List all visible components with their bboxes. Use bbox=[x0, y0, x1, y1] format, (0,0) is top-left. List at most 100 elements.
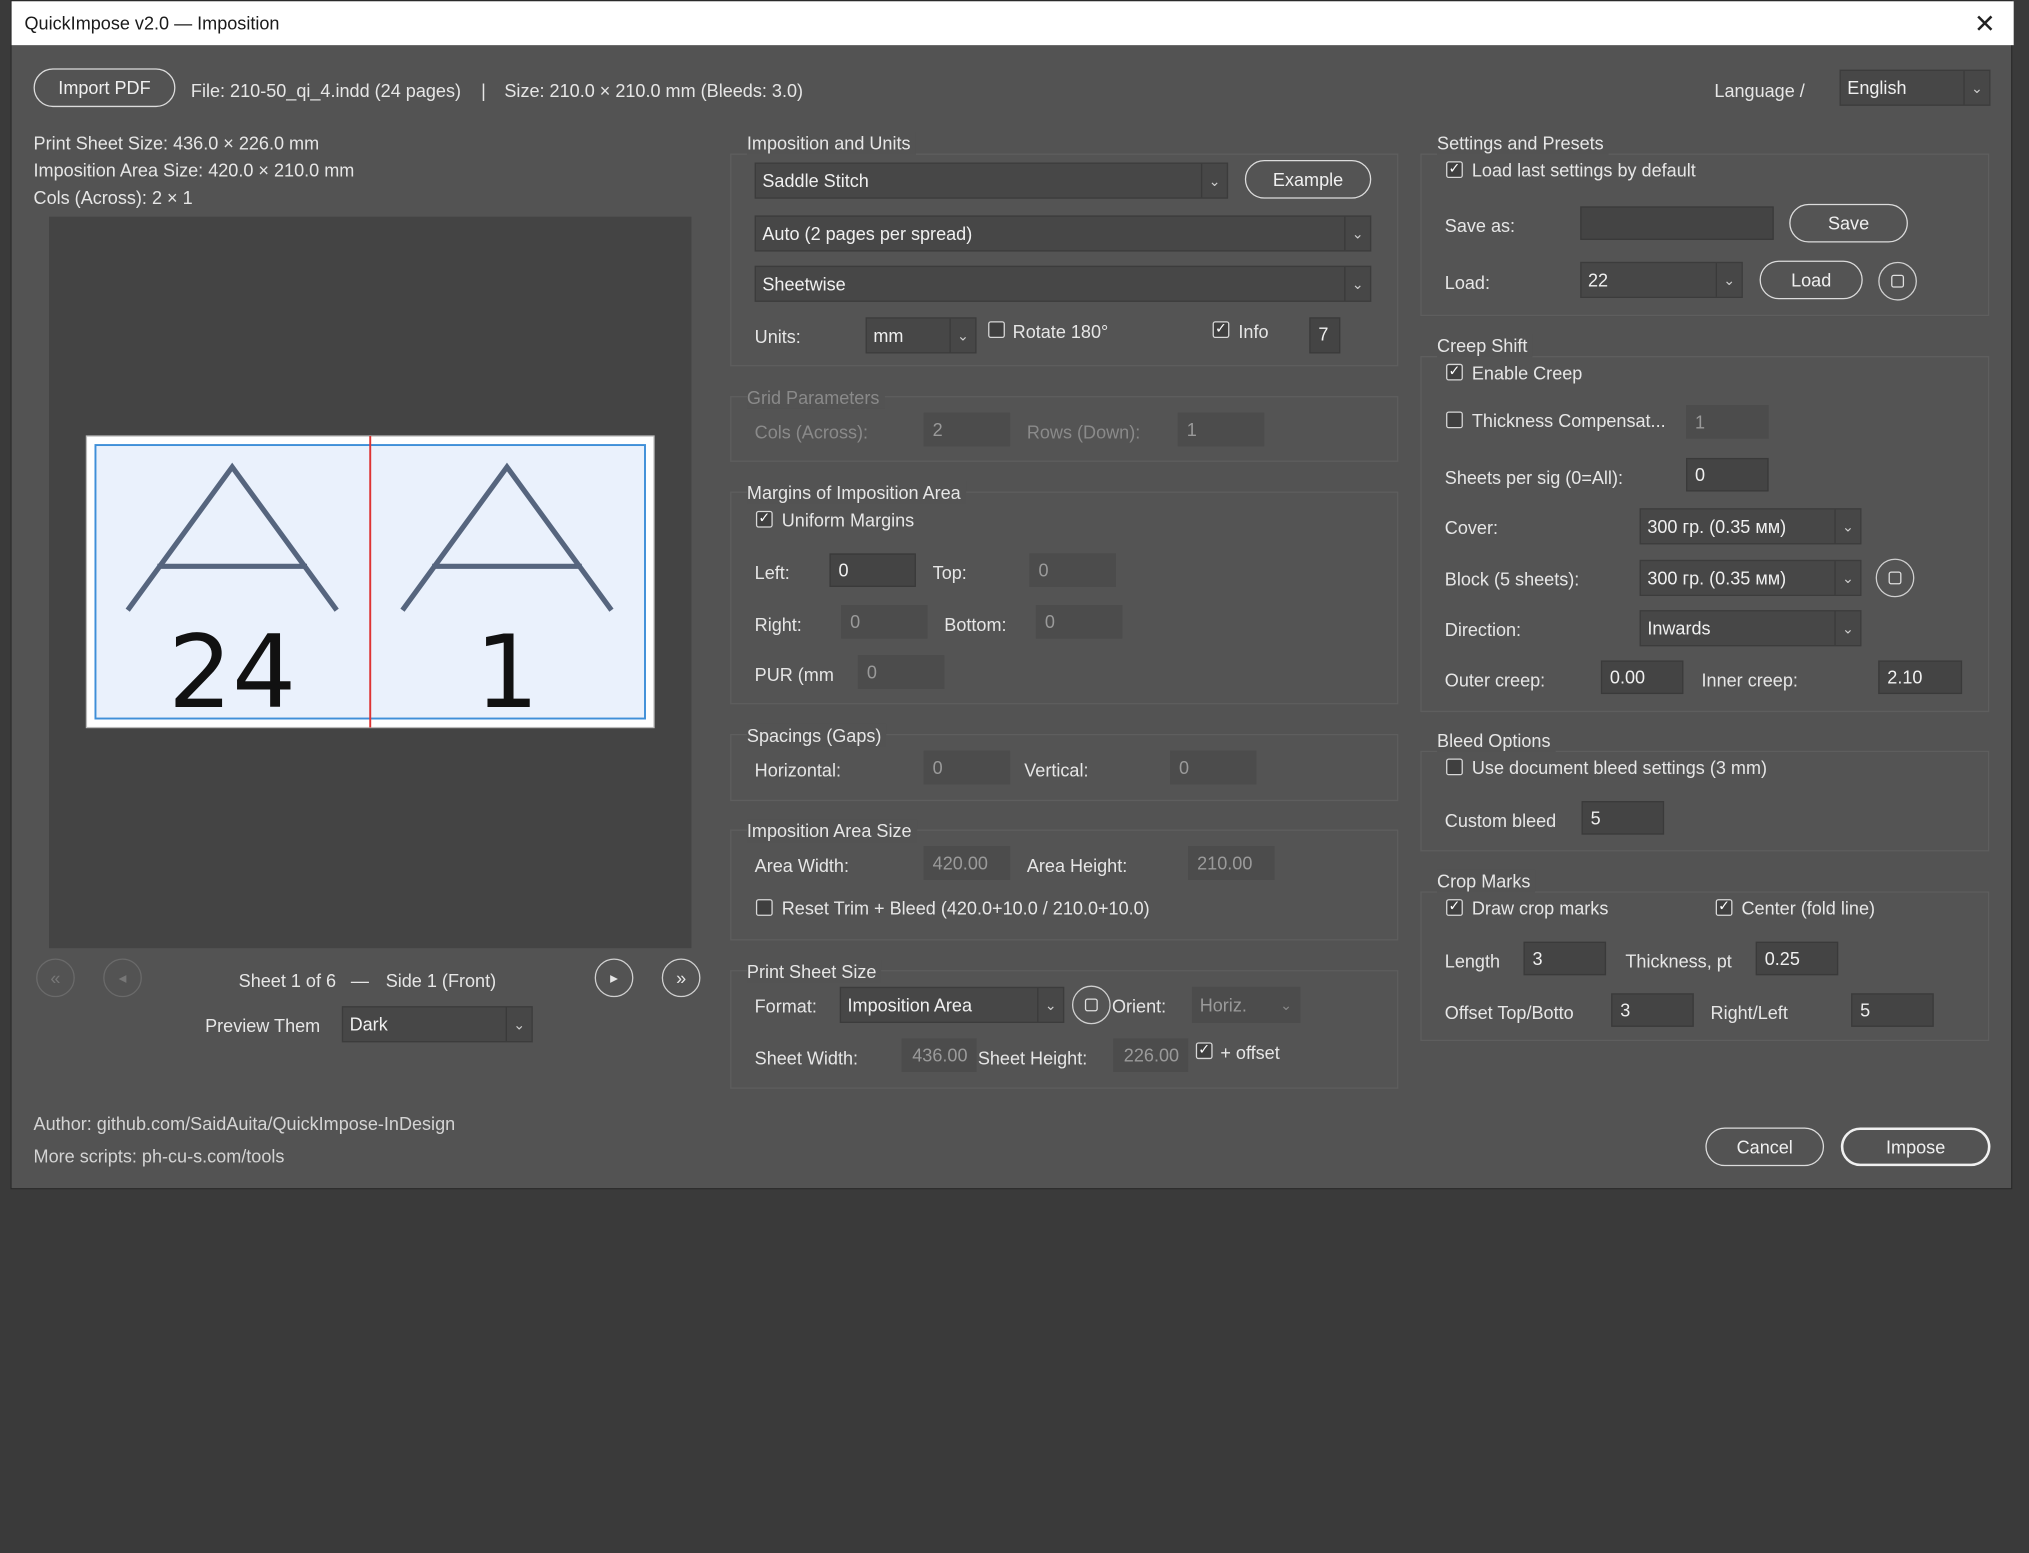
bleed-section-title: Bleed Options bbox=[1437, 728, 1556, 753]
format-options-button[interactable] bbox=[1071, 985, 1111, 1025]
enable-creep-label: Enable Creep bbox=[1471, 362, 1583, 384]
reset-trim-checkbox[interactable] bbox=[755, 899, 773, 916]
window-title: QuickImpose v2.0 — Imposition bbox=[24, 12, 280, 34]
pur-input[interactable]: 0 bbox=[857, 655, 945, 689]
grid-cols-input[interactable]: 2 bbox=[923, 412, 1011, 447]
margin-right-label: Right: bbox=[754, 614, 802, 635]
crop-length-input[interactable]: 3 bbox=[1523, 941, 1607, 976]
example-button[interactable]: Example bbox=[1244, 159, 1372, 199]
custom-bleed-input[interactable]: 5 bbox=[1581, 801, 1665, 835]
rotate-checkbox[interactable] bbox=[988, 321, 1005, 338]
thickness-comp-input[interactable]: 1 bbox=[1686, 405, 1769, 439]
chevron-down-icon: ⌄ bbox=[1344, 267, 1370, 301]
margin-left-label: Left: bbox=[754, 562, 790, 584]
chevron-down-icon: ⌄ bbox=[949, 318, 975, 353]
format-select[interactable]: Imposition Area ⌄ bbox=[839, 986, 1065, 1023]
sheetwise-value: Sheetwise bbox=[762, 273, 846, 295]
prev-sheet-button[interactable]: ◂ bbox=[103, 958, 142, 998]
save-button[interactable]: Save bbox=[1789, 203, 1908, 243]
preview-theme-value: Dark bbox=[349, 1013, 388, 1035]
margin-bottom-label: Bottom: bbox=[944, 614, 1007, 635]
cover-select[interactable]: 300 гр. (0.35 мм) ⌄ bbox=[1639, 508, 1862, 545]
center-fold-checkbox[interactable]: ✓ bbox=[1715, 899, 1733, 916]
block-select[interactable]: 300 гр. (0.35 мм) ⌄ bbox=[1639, 559, 1862, 596]
method-value: Saddle Stitch bbox=[762, 170, 869, 191]
info-checkbox[interactable]: ✓ bbox=[1212, 321, 1230, 338]
load-select[interactable]: 22 ⌄ bbox=[1580, 261, 1743, 298]
margin-left-input[interactable]: 0 bbox=[829, 553, 916, 587]
page-right-number: 1 bbox=[475, 614, 539, 731]
inner-creep-label: Inner creep: bbox=[1701, 669, 1798, 691]
outer-creep-input[interactable]: 0.00 bbox=[1600, 660, 1684, 695]
area-width-label: Area Width: bbox=[754, 855, 850, 876]
crop-rightleft-input[interactable]: 5 bbox=[1851, 993, 1934, 1027]
sheet-width-input[interactable]: 436.00 bbox=[901, 1038, 977, 1072]
area-width-input[interactable]: 420.00 bbox=[923, 846, 1011, 880]
chevron-down-icon: ⌄ bbox=[1834, 611, 1860, 645]
use-doc-bleed-checkbox[interactable] bbox=[1446, 758, 1463, 776]
block-options-button[interactable] bbox=[1875, 558, 1915, 598]
cover-label: Cover: bbox=[1444, 517, 1498, 538]
language-select[interactable]: English ⌄ bbox=[1839, 69, 1991, 106]
area-height-input[interactable]: 210.00 bbox=[1188, 846, 1275, 880]
format-label: Format: bbox=[754, 995, 817, 1017]
info-value-input[interactable]: 7 bbox=[1309, 317, 1341, 354]
thickness-comp-checkbox[interactable] bbox=[1446, 411, 1463, 429]
horizontal-gap-input[interactable]: 0 bbox=[923, 750, 1011, 785]
area-size-panel bbox=[730, 829, 1399, 941]
units-select[interactable]: mm ⌄ bbox=[865, 317, 977, 354]
load-default-checkbox[interactable]: ✓ bbox=[1446, 161, 1463, 179]
preview-theme-label: Preview Them bbox=[205, 1015, 321, 1036]
next-sheet-button[interactable]: ▸ bbox=[594, 958, 634, 998]
more-scripts-link[interactable]: More scripts: ph-cu-s.com/tools bbox=[34, 1144, 285, 1167]
crop-thickness-input[interactable]: 0.25 bbox=[1755, 941, 1839, 976]
preset-options-button[interactable] bbox=[1878, 261, 1917, 301]
margin-top-label: Top: bbox=[932, 562, 967, 584]
save-as-input[interactable] bbox=[1580, 206, 1774, 240]
crop-rightleft-label: Right/Left bbox=[1710, 1002, 1788, 1023]
chevron-down-icon: ⌄ bbox=[1200, 163, 1227, 198]
cancel-button[interactable]: Cancel bbox=[1705, 1127, 1825, 1167]
margin-right-input[interactable]: 0 bbox=[841, 605, 928, 639]
mode-select[interactable]: Auto (2 pages per spread) ⌄ bbox=[754, 215, 1372, 252]
outer-creep-label: Outer creep: bbox=[1444, 669, 1546, 691]
import-pdf-button[interactable]: Import PDF bbox=[33, 68, 176, 108]
sheetwise-select[interactable]: Sheetwise ⌄ bbox=[754, 265, 1372, 302]
author-link[interactable]: Author: github.com/SaidAuita/QuickImpose… bbox=[34, 1112, 456, 1135]
grid-rows-input[interactable]: 1 bbox=[1177, 412, 1265, 447]
uniform-margins-checkbox[interactable]: ✓ bbox=[755, 510, 773, 528]
last-sheet-button[interactable]: » bbox=[661, 958, 701, 998]
chevron-down-icon: ⌄ bbox=[1834, 509, 1860, 544]
close-icon[interactable]: ✕ bbox=[1974, 8, 1996, 40]
grid-section-title: Grid Parameters bbox=[746, 385, 885, 409]
orient-value: Horiz. bbox=[1199, 994, 1247, 1016]
title-bar: QuickImpose v2.0 — Imposition ✕ bbox=[11, 1, 2014, 46]
preview-theme-select[interactable]: Dark ⌄ bbox=[341, 1006, 533, 1043]
method-select[interactable]: Saddle Stitch ⌄ bbox=[754, 162, 1229, 199]
sheets-per-sig-input[interactable]: 0 bbox=[1686, 457, 1769, 492]
crop-offset-input[interactable]: 3 bbox=[1611, 993, 1694, 1027]
creep-section-title: Creep Shift bbox=[1437, 334, 1533, 358]
enable-creep-checkbox[interactable]: ✓ bbox=[1446, 363, 1463, 381]
margin-bottom-input[interactable]: 0 bbox=[1035, 605, 1123, 639]
orient-select[interactable]: Horiz. ⌄ bbox=[1191, 986, 1301, 1023]
horizontal-gap-label: Horizontal: bbox=[754, 759, 841, 781]
load-button[interactable]: Load bbox=[1759, 260, 1863, 300]
first-sheet-button[interactable]: « bbox=[36, 958, 75, 998]
direction-select[interactable]: Inwards ⌄ bbox=[1639, 610, 1862, 647]
draw-crop-checkbox[interactable]: ✓ bbox=[1446, 899, 1463, 916]
margin-top-input[interactable]: 0 bbox=[1029, 553, 1116, 587]
sheet-height-input[interactable]: 226.00 bbox=[1113, 1038, 1189, 1072]
print-sheet-section-title: Print Sheet Size bbox=[746, 959, 882, 983]
preview-canvas: 24 1 bbox=[49, 216, 692, 949]
load-label: Load: bbox=[1444, 272, 1491, 293]
offset-label: + offset bbox=[1220, 1042, 1280, 1063]
format-value: Imposition Area bbox=[847, 994, 973, 1016]
load-value: 22 bbox=[1587, 269, 1609, 291]
side-status: Side 1 (Front) bbox=[385, 970, 497, 991]
vertical-gap-input[interactable]: 0 bbox=[1170, 750, 1257, 785]
impose-button[interactable]: Impose bbox=[1840, 1127, 1991, 1167]
inner-creep-input[interactable]: 2.10 bbox=[1878, 660, 1963, 695]
grid-cols-label: Cols (Across): bbox=[754, 421, 869, 443]
offset-checkbox[interactable]: ✓ bbox=[1195, 1042, 1213, 1060]
